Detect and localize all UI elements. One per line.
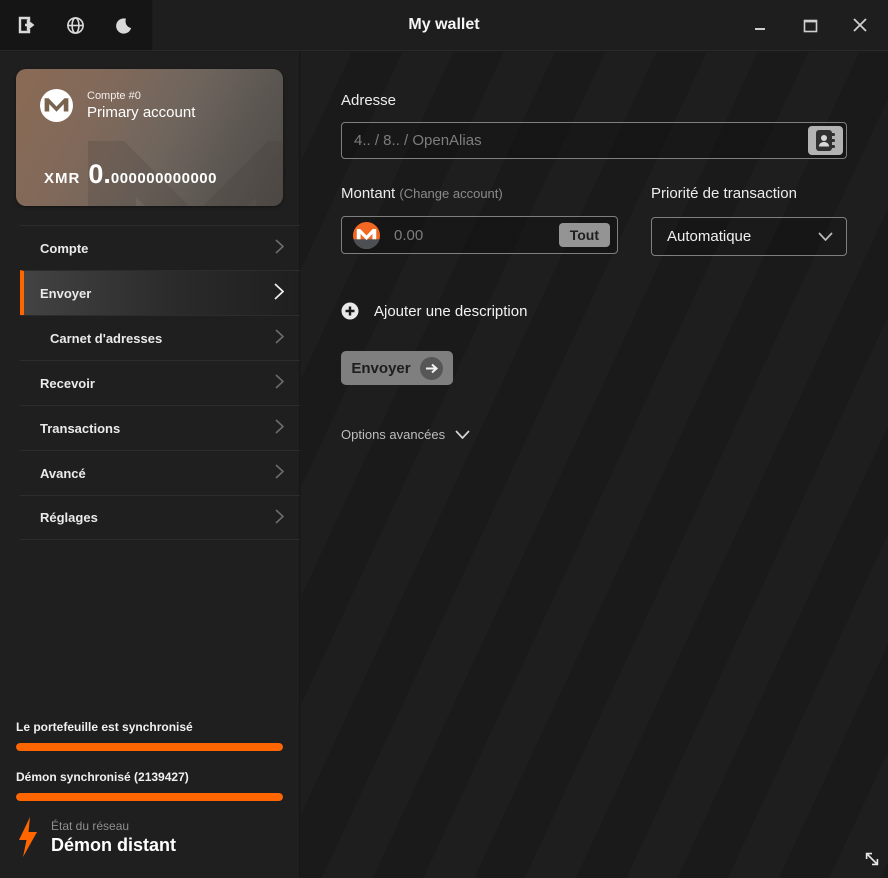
wallet-balance: XMR 0. 000000000000 xyxy=(44,159,217,190)
address-input[interactable] xyxy=(341,122,847,159)
chevron-down-icon xyxy=(818,228,833,245)
wallet-sync-progressbar xyxy=(16,743,283,751)
chevron-right-icon xyxy=(275,239,284,257)
monero-coin-icon xyxy=(353,222,380,249)
sidebar-item-label: Carnet d'adresses xyxy=(50,331,162,346)
daemon-sync-label: Démon synchronisé (2139427) xyxy=(16,770,283,784)
dark-mode-moon-icon[interactable] xyxy=(112,14,134,36)
send-all-button[interactable]: Tout xyxy=(559,223,610,247)
sidebar-item-envoyer[interactable]: Envoyer xyxy=(20,270,300,315)
sidebar-item-label: Avancé xyxy=(40,466,86,481)
sidebar-item-label: Réglages xyxy=(40,510,98,525)
priority-dropdown[interactable]: Automatique xyxy=(651,217,847,256)
language-globe-icon[interactable] xyxy=(64,14,86,36)
plus-circle-icon xyxy=(341,302,359,320)
chevron-right-icon xyxy=(275,419,284,437)
balance-fraction: 000000000000 xyxy=(111,170,217,187)
priority-selected-value: Automatique xyxy=(667,228,751,245)
chevron-right-icon xyxy=(274,283,284,303)
advanced-options-label: Options avancées xyxy=(341,427,445,442)
logout-icon[interactable] xyxy=(16,14,38,36)
add-description-label: Ajouter une description xyxy=(374,303,527,320)
sidebar-menu: Compte Envoyer Carnet d'adresses Recevoi… xyxy=(20,225,300,540)
lightning-bolt-icon xyxy=(18,816,39,858)
chevron-right-icon xyxy=(275,374,284,392)
account-card[interactable]: Compte #0 Primary account XMR 0. 0000000… xyxy=(16,69,283,206)
sidebar: Compte #0 Primary account XMR 0. 0000000… xyxy=(0,52,300,878)
network-state-value: Démon distant xyxy=(51,835,176,856)
arrow-right-icon xyxy=(420,357,443,380)
monero-logo-icon xyxy=(40,89,73,122)
address-label: Adresse xyxy=(341,92,848,109)
balance-currency: XMR xyxy=(44,170,80,187)
send-button[interactable]: Envoyer xyxy=(341,351,453,385)
sidebar-item-recevoir[interactable]: Recevoir xyxy=(20,360,300,405)
sidebar-item-reglages[interactable]: Réglages xyxy=(20,495,300,540)
network-status-row[interactable]: État du réseau Démon distant xyxy=(18,816,283,858)
maximize-button[interactable] xyxy=(792,10,828,40)
account-number-label: Compte #0 xyxy=(87,90,195,102)
daemon-sync-progressbar xyxy=(16,793,283,801)
amount-placeholder[interactable]: 0.00 xyxy=(394,227,423,244)
chevron-right-icon xyxy=(275,464,284,482)
send-button-label: Envoyer xyxy=(351,360,410,377)
sidebar-item-transactions[interactable]: Transactions xyxy=(20,405,300,450)
change-account-link[interactable]: (Change account) xyxy=(399,186,502,201)
amount-label-row: Montant (Change account) xyxy=(341,185,618,202)
amount-label: Montant xyxy=(341,185,395,202)
sidebar-item-compte[interactable]: Compte xyxy=(20,225,300,270)
close-button[interactable] xyxy=(842,10,878,40)
sidebar-item-label: Recevoir xyxy=(40,376,95,391)
add-description-link[interactable]: Ajouter une description xyxy=(341,302,848,320)
address-book-button[interactable] xyxy=(808,126,843,155)
chevron-right-icon xyxy=(275,509,284,527)
sidebar-item-label: Envoyer xyxy=(40,286,91,301)
balance-integer: 0. xyxy=(88,159,111,190)
sync-status-section: Le portefeuille est synchronisé Démon sy… xyxy=(16,720,283,864)
sidebar-item-carnet-adresses[interactable]: Carnet d'adresses xyxy=(20,315,300,360)
chevron-down-icon xyxy=(455,430,470,439)
wallet-sync-label: Le portefeuille est synchronisé xyxy=(16,720,283,734)
sidebar-item-label: Compte xyxy=(40,241,88,256)
account-name: Primary account xyxy=(87,104,195,121)
titlebar: My wallet xyxy=(0,0,888,51)
send-page: Adresse Montant (Change account) xyxy=(301,52,888,878)
address-book-icon xyxy=(815,129,836,152)
sidebar-item-label: Transactions xyxy=(40,421,120,436)
advanced-options-toggle[interactable]: Options avancées xyxy=(341,427,848,442)
amount-input-box[interactable]: 0.00 Tout xyxy=(341,216,618,254)
chevron-right-icon xyxy=(275,329,284,347)
window-resize-handle[interactable] xyxy=(863,850,881,873)
priority-label: Priorité de transaction xyxy=(651,185,847,202)
network-state-label: État du réseau xyxy=(51,819,176,833)
sidebar-item-avance[interactable]: Avancé xyxy=(20,450,300,495)
minimize-button[interactable] xyxy=(742,10,778,40)
